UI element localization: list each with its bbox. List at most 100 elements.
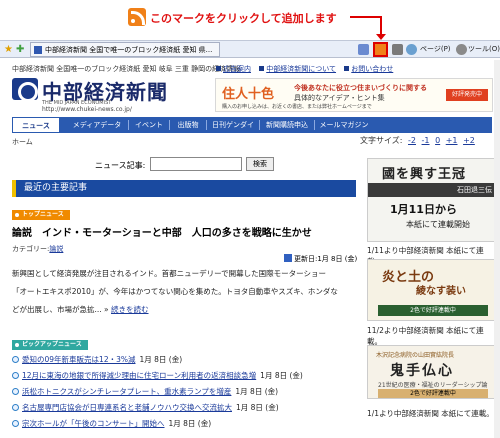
search-button[interactable]: 検索 (246, 157, 274, 171)
print-icon[interactable] (392, 44, 403, 55)
font-size-option[interactable]: +2 (463, 136, 475, 145)
nav-mail-magazine[interactable]: メールマガジン (315, 117, 373, 133)
news-link[interactable]: 12月に東海の地銀で所得減少理由に住宅ローン利用者の返済相談急増 (22, 371, 256, 380)
nav-media-data[interactable]: メディアデータ (66, 117, 128, 133)
serial-band: 2色で好評連載中 (378, 389, 488, 398)
updated-date: 更新日:1月 8日 (金) (284, 254, 357, 264)
favorites-star-icon[interactable]: ★ (4, 44, 13, 55)
list-item: 宗次ホールが「午後のコンサート」開始へ 1月 8日 (金) (12, 418, 211, 429)
bullet-icon (344, 66, 350, 71)
news-link[interactable]: 浜松ホトニクスがシンチレータプレート、重水素ランプを増産 (22, 387, 231, 396)
logo-mark-icon (12, 78, 38, 102)
browser-tab[interactable]: 中部経済新聞 全国で唯一のブロック経済紙 愛知 県... (30, 42, 220, 57)
article-body-line: 新興国として経済発展が注目されるインド。首都ニューデリーで開幕した国際モーターシ… (12, 269, 327, 278)
page-menu[interactable]: ページ(P) (420, 44, 451, 54)
bullet-icon (216, 66, 221, 71)
nav-nikkan-gendai[interactable]: 日刊ゲンダイ (207, 117, 259, 133)
bullet-icon (12, 388, 19, 395)
main-nav: ニュース メディアデータ イベント 出版物 日刊ゲンダイ 新聞購読申込 メールマ… (12, 117, 492, 133)
article-body-text: どが出展し、市場が急拡... (12, 305, 102, 314)
bullet-icon (12, 356, 19, 363)
font-size-selector: 文字サイズ: -2 -1 0 +1 +2 (360, 136, 475, 145)
font-size-label: 文字サイズ (360, 136, 400, 145)
instruction-banner: このマークをクリックして追加します (0, 0, 500, 40)
tools-menu[interactable]: ツール(O) (468, 44, 500, 54)
pickup-news-ribbon: ピックアップニュース (12, 340, 88, 350)
serial-band: 2色で好評連載中 (378, 305, 488, 316)
bullet-icon (259, 66, 265, 71)
ad-line2: 具体的なアイデア・ヒント集 (294, 94, 385, 102)
serial-start: 本紙にて連載開始 (406, 220, 470, 229)
article-body-line: どが出展し、市場が急拡... » 続きを読む (12, 305, 149, 314)
logo-url: http://www.chukei-news.co.jp/ (42, 106, 132, 113)
font-size-option[interactable]: -1 (422, 136, 430, 145)
list-item: 名古屋専門店協会が日専連系名と老舗ノウハウ交換へ交流拡大 1月 8日 (金) (12, 402, 279, 413)
nav-news[interactable]: ニュース (12, 117, 60, 133)
serial-subtitle: 21世紀の医療・福祉のリーダーシップ論 (378, 382, 488, 389)
category-label: カテゴリー: (12, 245, 50, 253)
font-size-option[interactable]: -2 (408, 136, 416, 145)
rss-feed-icon (128, 8, 146, 26)
serial-subtitle: 石田退三伝 (368, 183, 496, 197)
feed-button[interactable] (373, 42, 388, 57)
news-date: 1月 8日 (金) (236, 403, 279, 412)
arrow-line-vertical (380, 16, 382, 36)
serial-caption: 11/2より中部経済新聞 本紙にて連載。 (367, 326, 484, 346)
serial-title: 鬼手仏心 (390, 363, 454, 379)
nav-publications[interactable]: 出版物 (170, 117, 206, 133)
read-more-link[interactable]: 続きを読む (111, 305, 149, 314)
updated-text: 更新日:1月 8日 (金) (294, 255, 358, 263)
serial-title-2: 綾なす装い (416, 286, 466, 297)
header-links: 広告案内 中部経済新聞について お問い合わせ (210, 64, 393, 74)
scrollbar[interactable] (494, 60, 500, 438)
bullet-icon (12, 372, 19, 379)
header-link-about[interactable]: 中部経済新聞について (266, 65, 336, 73)
browser-toolbar: ★ ✚ 中部経済新聞 全国で唯一のブロック経済紙 愛知 県... ページ(P) … (0, 40, 500, 58)
banner-text: このマークをクリックして追加します (150, 12, 337, 25)
font-size-option[interactable]: 0 (435, 136, 440, 145)
top-news-ribbon: トップニュース (12, 210, 70, 220)
category-link[interactable]: 論説 (49, 245, 63, 253)
serial-banner-kishu[interactable]: 木沢記念病院の山田實紘院長 鬼手仏心 21世紀の医療・福祉のリーダーシップ論 2… (367, 345, 497, 399)
list-item: 浜松ホトニクスがシンチレータプレート、重水素ランプを増産 1月 8日 (金) (12, 386, 278, 397)
page-icon[interactable] (406, 44, 417, 55)
serial-banner-ishida[interactable]: 國を興す王冠 石田退三伝 1月11日から 本紙にて連載開始 (367, 158, 497, 242)
nav-events[interactable]: イベント (129, 117, 169, 133)
breadcrumb[interactable]: ホーム (12, 137, 33, 147)
add-favorite-icon[interactable]: ✚ (16, 44, 24, 55)
header-link-contact[interactable]: お問い合わせ (351, 65, 393, 73)
news-date: 1月 8日 (金) (235, 387, 279, 396)
serial-caption: 1/1より中部経済新聞 本紙にて連載。 (367, 409, 494, 418)
serial-banner-ceramics[interactable]: 炎と土の 綾なす装い 2色で好評連載中 (367, 259, 497, 321)
gear-icon[interactable] (456, 44, 467, 55)
news-link[interactable]: 愛知の09年新車販売は12・3%減 (22, 355, 136, 364)
site-tagline: 中部経済新聞 全国唯一のブロック経済紙 愛知 岐阜 三重 静岡の経済情報 (12, 65, 241, 73)
ad-line1: 今後あなたに役立つ住まいづくりに関する (294, 84, 427, 92)
news-date: 1月 8日 (金) (260, 371, 303, 380)
search-label: ニュース記事: (95, 161, 146, 170)
serial-date: 1月11日から (390, 203, 457, 216)
ad-title: 住人十色 (222, 87, 275, 102)
ad-badge: 好評発売中 (446, 89, 488, 101)
arrow-line (350, 16, 382, 18)
header-ad-banner[interactable]: 住人十色 今後あなたに役立つ住まいづくりに関する 具体的なアイデア・ヒント集 購… (215, 78, 493, 112)
bullet-icon (12, 404, 19, 411)
serial-top: 木沢記念病院の山田實紘院長 (376, 352, 455, 359)
news-link[interactable]: 宗次ホールが「午後のコンサート」開始へ (22, 419, 165, 428)
news-date: 1月 8日 (金) (168, 419, 212, 428)
header-link-ads[interactable]: 広告案内 (223, 65, 251, 73)
search-input[interactable] (150, 157, 242, 171)
serial-title: 國を興す王冠 (382, 167, 467, 182)
list-item: 12月に東海の地銀で所得減少理由に住宅ローン利用者の返済相談急増 1月 8日 (金… (12, 370, 303, 381)
news-link[interactable]: 名古屋専門店協会が日専連系名と老舗ノウハウ交換へ交流拡大 (22, 403, 232, 412)
section-title: 最近の主要記事 (12, 180, 356, 197)
font-size-option[interactable]: +1 (446, 136, 458, 145)
calendar-icon (284, 254, 292, 262)
nav-subscribe[interactable]: 新聞購読申込 (260, 117, 314, 133)
home-icon[interactable] (358, 44, 369, 55)
article-title[interactable]: 論説 インド・モーターショーと中部 人口の多さを戦略に生かせ (12, 224, 312, 239)
site-favicon-icon (34, 46, 42, 54)
list-item: 愛知の09年新車販売は12・3%減 1月 8日 (金) (12, 354, 182, 365)
article-category: カテゴリー:論説 (12, 244, 63, 254)
ad-line3: 購入のお申し込みは、お近くの書店、または弊社ホームページまで (222, 104, 372, 110)
